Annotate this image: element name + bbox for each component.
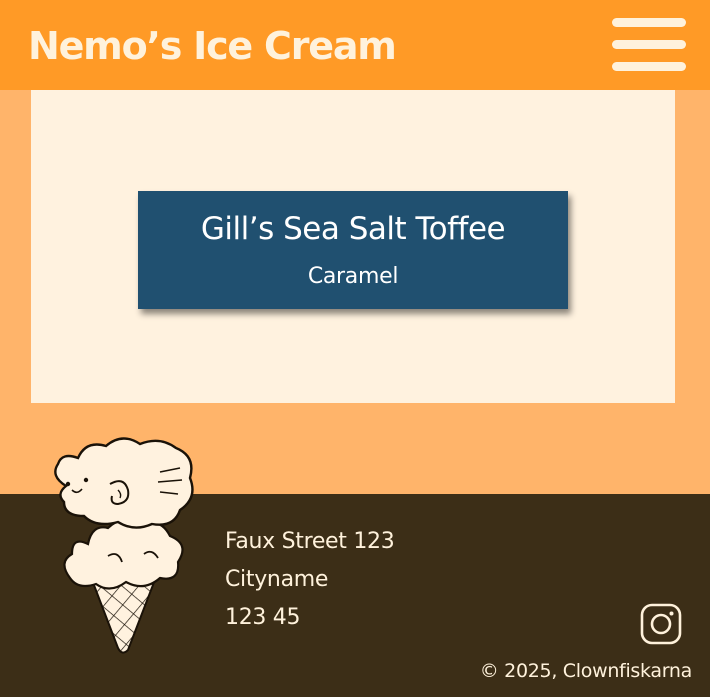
address-postal-code: 123 45 <box>225 605 301 630</box>
copyright-notice: © 2025, Clownfiskarna <box>479 660 693 682</box>
menu-bar-bottom <box>612 62 686 71</box>
flavor-type: Caramel <box>307 264 399 289</box>
flavor-card[interactable]: Gill’s Sea Salt Toffee Caramel <box>138 191 568 309</box>
ice-cream-cone-mascot-icon <box>54 437 194 654</box>
address-street: Faux Street 123 <box>225 529 395 554</box>
instagram-icon <box>640 603 682 645</box>
menu-bar-middle <box>612 40 686 49</box>
site-header: Nemo’s Ice Cream <box>0 0 710 90</box>
flavor-name: Gill’s Sea Salt Toffee <box>200 211 506 247</box>
menu-bar-top <box>612 18 686 27</box>
flavor-display-area: Gill’s Sea Salt Toffee Caramel <box>31 90 675 403</box>
address-city: Cityname <box>225 567 329 592</box>
instagram-link[interactable] <box>640 603 682 645</box>
menu-button[interactable] <box>610 16 688 74</box>
site-title[interactable]: Nemo’s Ice Cream <box>28 22 397 70</box>
